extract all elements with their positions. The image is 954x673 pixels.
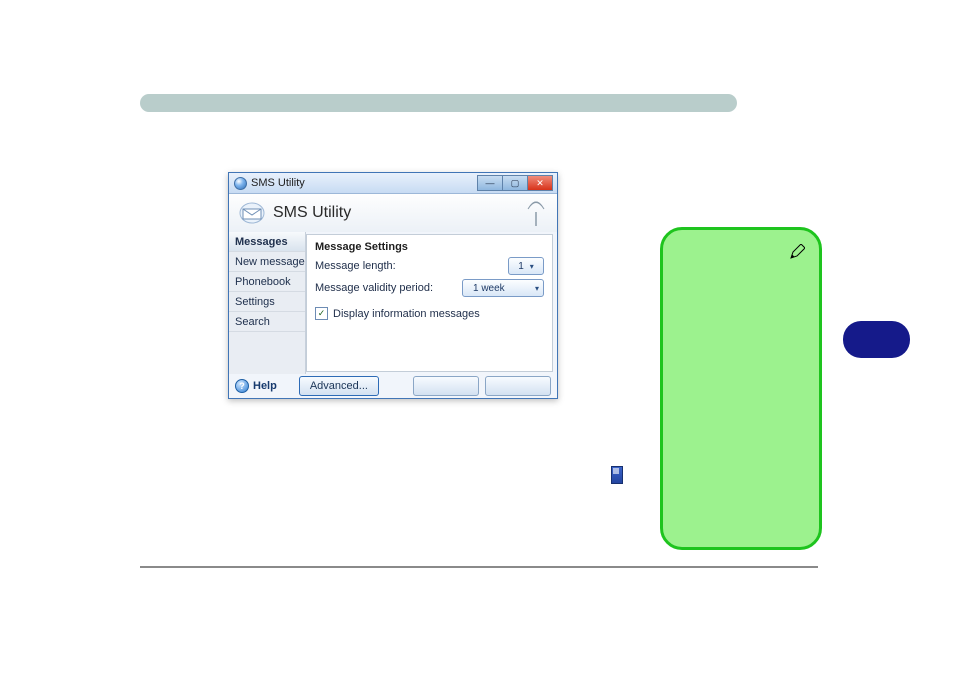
advanced-button[interactable]: Advanced... <box>299 376 379 396</box>
decorative-pill-top <box>140 94 737 112</box>
sidebar-item-messages[interactable]: Messages <box>229 232 305 252</box>
help-link[interactable]: ? Help <box>235 379 277 393</box>
chevron-down-icon: ▾ <box>535 284 539 293</box>
section-title: Message Settings <box>315 241 544 253</box>
note-panel <box>660 227 822 550</box>
envelope-icon <box>239 202 265 224</box>
divider <box>140 566 818 568</box>
close-button[interactable]: ✕ <box>527 175 553 191</box>
chevron-down-icon: ▾ <box>530 262 534 271</box>
antenna-icon <box>525 200 547 226</box>
maximize-button[interactable]: ▢ <box>502 175 527 191</box>
label-validity: Message validity period: <box>315 282 435 294</box>
sidebar-item-label: Phonebook <box>235 276 291 288</box>
footer-button-2[interactable] <box>485 376 551 396</box>
label-message-length: Message length: <box>315 260 435 272</box>
checkbox-display-info[interactable]: ✓ <box>315 307 328 320</box>
decorative-pill-right <box>843 321 910 358</box>
sidebar-item-new-message[interactable]: New message <box>229 252 305 272</box>
window-title: SMS Utility <box>251 177 305 189</box>
sidebar-item-label: Settings <box>235 296 275 308</box>
help-label: Help <box>253 380 277 392</box>
sidebar-item-label: New message <box>235 256 305 268</box>
titlebar[interactable]: SMS Utility — ▢ ✕ <box>229 173 557 194</box>
row-display-info: ✓ Display information messages <box>315 307 544 320</box>
app-header: SMS Utility <box>229 194 557 232</box>
sidebar: Messages New message Phonebook Settings … <box>229 232 306 374</box>
row-validity: Message validity period: 1 week ▾ <box>315 279 544 297</box>
sidebar-item-label: Messages <box>235 236 288 248</box>
checkbox-label: Display information messages <box>333 308 480 320</box>
thumbnail-icon <box>611 466 623 484</box>
sidebar-item-settings[interactable]: Settings <box>229 292 305 312</box>
sidebar-item-label: Search <box>235 316 270 328</box>
app-title: SMS Utility <box>273 204 351 222</box>
content-panel: Message Settings Message length: 1 ▾ Mes… <box>306 234 553 372</box>
sidebar-item-phonebook[interactable]: Phonebook <box>229 272 305 292</box>
footer-button-1[interactable] <box>413 376 479 396</box>
combo-validity[interactable]: 1 week ▾ <box>462 279 544 297</box>
app-orb-icon <box>234 177 247 190</box>
combo-message-length[interactable]: 1 ▾ <box>508 257 544 275</box>
combo-value: 1 week <box>473 283 505 294</box>
pencil-icon <box>789 244 805 260</box>
button-label: Advanced... <box>310 380 368 392</box>
window-footer: ? Help Advanced... <box>229 374 557 398</box>
combo-value: 1 <box>518 261 524 272</box>
sidebar-item-search[interactable]: Search <box>229 312 305 332</box>
sms-utility-window: SMS Utility — ▢ ✕ SMS Utility Messages N… <box>228 172 558 399</box>
minimize-button[interactable]: — <box>477 175 502 191</box>
row-message-length: Message length: 1 ▾ <box>315 257 544 275</box>
help-icon: ? <box>235 379 249 393</box>
